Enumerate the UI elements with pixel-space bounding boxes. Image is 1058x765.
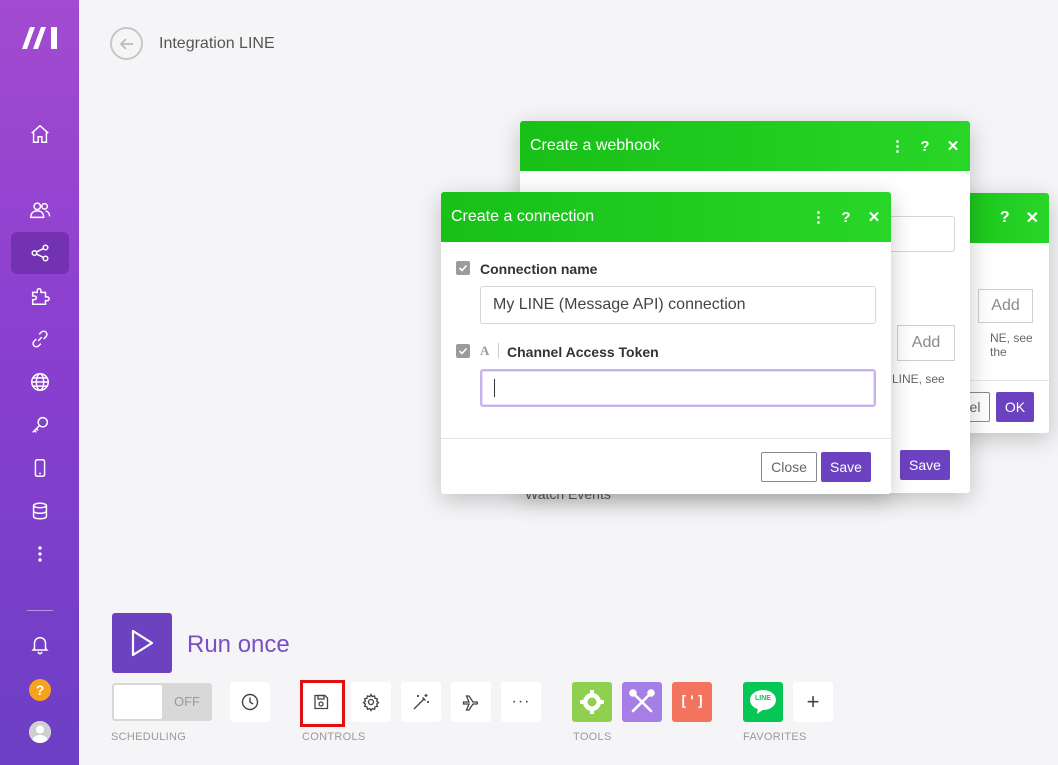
sidebar-item-more[interactable] — [11, 533, 69, 575]
avatar[interactable] — [29, 721, 51, 743]
add-button[interactable]: Add — [897, 325, 955, 361]
users-icon — [30, 202, 51, 219]
sidebar-item-team[interactable] — [11, 189, 69, 231]
add-button[interactable]: Add — [978, 289, 1033, 323]
highlight-box — [300, 680, 345, 727]
user-avatar-icon — [29, 721, 51, 743]
puzzle-icon — [31, 287, 50, 305]
explain-flow-button[interactable] — [451, 682, 491, 722]
controls-section-label: CONTROLS — [302, 731, 366, 743]
make-logo[interactable] — [22, 25, 60, 51]
help-icon[interactable]: ? — [839, 209, 853, 226]
bell-icon — [31, 636, 49, 655]
scenario-settings-button[interactable] — [351, 682, 391, 722]
favorites-section-label: FAVORITES — [743, 731, 807, 743]
back-button[interactable] — [110, 27, 143, 60]
toggle-knob — [114, 685, 162, 719]
more-controls-button[interactable]: ··· — [501, 682, 541, 722]
connection-dialog: Create a connection ⋮ ? ✕ Connection nam… — [441, 192, 891, 494]
close-icon[interactable]: ✕ — [1026, 208, 1039, 228]
phone-icon — [34, 459, 46, 477]
brackets-icon: ['] — [679, 694, 705, 710]
close-icon[interactable]: ✕ — [946, 137, 960, 155]
line-app-icon — [750, 690, 776, 714]
token-label: Channel Access Token — [507, 344, 659, 360]
scheduling-toggle[interactable]: OFF — [112, 683, 212, 721]
tools-section-label: TOOLS — [573, 731, 612, 743]
more-vertical-icon — [38, 546, 42, 562]
schedule-settings-button[interactable] — [230, 682, 270, 722]
arrow-left-icon — [119, 37, 133, 50]
more-vertical-icon[interactable]: ⋮ — [811, 208, 826, 226]
token-checkbox[interactable] — [456, 344, 470, 358]
magic-wand-icon — [413, 694, 429, 710]
webhook-dialog-header: Create a webhook ⋮ ? ✕ — [520, 121, 970, 171]
globe-icon — [31, 373, 49, 391]
run-once-label[interactable]: Run once — [187, 631, 290, 659]
tools-flow-control-button[interactable] — [572, 682, 612, 722]
sidebar-divider — [27, 610, 53, 611]
tools-button[interactable] — [622, 682, 662, 722]
share-icon — [31, 244, 49, 262]
sidebar-item-data-stores[interactable] — [11, 490, 69, 532]
clock-icon — [241, 693, 259, 711]
sidebar-item-notifications[interactable] — [11, 623, 69, 665]
text-type-icon: A — [480, 343, 490, 358]
add-favorite-button[interactable]: + — [793, 682, 833, 722]
dialog-title: Create a webhook — [530, 137, 660, 154]
text-cursor — [494, 379, 495, 397]
help-icon[interactable]: ? — [29, 679, 51, 701]
auto-align-button[interactable] — [401, 682, 441, 722]
check-icon — [458, 347, 468, 355]
sidebar: ? — [0, 0, 79, 765]
label-separator — [498, 343, 499, 358]
connection-name-checkbox[interactable] — [456, 261, 470, 275]
hint-text: NE, see the — [990, 331, 1033, 359]
help-icon[interactable]: ? — [918, 138, 932, 155]
sidebar-item-home[interactable] — [11, 113, 69, 155]
link-icon — [32, 330, 48, 348]
channel-access-token-input[interactable] — [480, 369, 876, 407]
line-logo-text: LINE — [755, 695, 771, 702]
tools-text-parser-button[interactable]: ['] — [672, 682, 712, 722]
sidebar-item-webhooks[interactable] — [11, 361, 69, 403]
check-icon — [458, 264, 468, 272]
home-icon — [31, 124, 49, 143]
save-button[interactable]: Save — [821, 452, 871, 482]
dialog-title: Create a connection — [451, 208, 595, 225]
gear-icon — [362, 693, 380, 712]
favorite-line-button[interactable]: LINE — [743, 682, 783, 722]
scheduling-section-label: SCHEDULING — [111, 731, 187, 743]
play-icon — [131, 629, 154, 657]
wrench-screwdriver-icon — [629, 689, 655, 713]
gear-icon — [580, 690, 604, 714]
save-button[interactable]: Save — [900, 450, 950, 480]
footer-divider — [441, 438, 891, 439]
sidebar-item-scenarios[interactable] — [11, 232, 69, 274]
connection-name-input[interactable]: My LINE (Message API) connection — [480, 286, 876, 324]
sidebar-item-connections[interactable] — [11, 318, 69, 360]
connection-dialog-header: Create a connection ⋮ ? ✕ — [441, 192, 891, 242]
page-title: Integration LINE — [159, 35, 275, 52]
ok-button[interactable]: OK — [996, 392, 1034, 422]
database-icon — [32, 502, 48, 520]
connection-name-label: Connection name — [480, 261, 598, 277]
run-once-button[interactable] — [112, 613, 172, 673]
sidebar-item-keys[interactable] — [11, 404, 69, 446]
toggle-off-label: OFF — [174, 694, 200, 709]
key-icon — [32, 416, 49, 433]
sidebar-item-devices[interactable] — [11, 447, 69, 489]
airplane-icon — [462, 695, 479, 711]
close-button[interactable]: Close — [761, 452, 817, 482]
help-icon[interactable]: ? — [1000, 209, 1010, 227]
hint-text: LINE, see — [892, 372, 945, 386]
sidebar-item-templates[interactable] — [11, 275, 69, 317]
close-icon[interactable]: ✕ — [867, 208, 881, 226]
more-vertical-icon[interactable]: ⋮ — [890, 137, 905, 155]
